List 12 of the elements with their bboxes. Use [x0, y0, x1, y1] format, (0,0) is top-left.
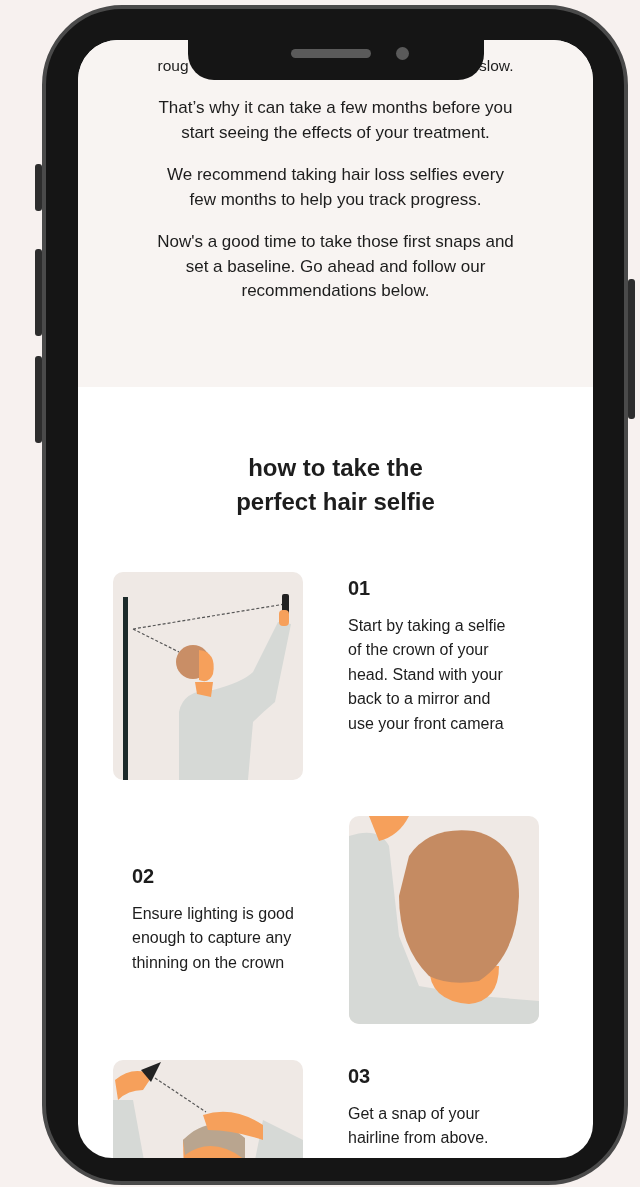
step-number: 01 [348, 575, 372, 600]
step-number: 02 [132, 863, 156, 888]
section-heading: how to take the perfect hair selfie [235, 452, 436, 517]
text-fragment: slow. [479, 56, 514, 76]
step-description: Ensure lighting is good enough to capture any thinning on the crown [132, 903, 295, 973]
text-fragment: roug [157, 56, 189, 76]
intro-paragraph: That’s why it can take a few months before you start seeing the effects of your treatment. [157, 97, 514, 144]
step-number: 03 [348, 1063, 372, 1088]
step-description: Start by taking a selfie of the crown of your head. Stand with your back to a mirror and use your front camera [348, 615, 507, 734]
intro-paragraph: We recommend taking hair loss selfies every few months to help you track progress. [166, 164, 505, 211]
intro-paragraph: Now's a good time to take those first snaps and set a baseline. Go ahead and follow our recommendations below. [156, 231, 515, 302]
step-description: Get a snap of your hairline from above. [348, 1103, 490, 1148]
